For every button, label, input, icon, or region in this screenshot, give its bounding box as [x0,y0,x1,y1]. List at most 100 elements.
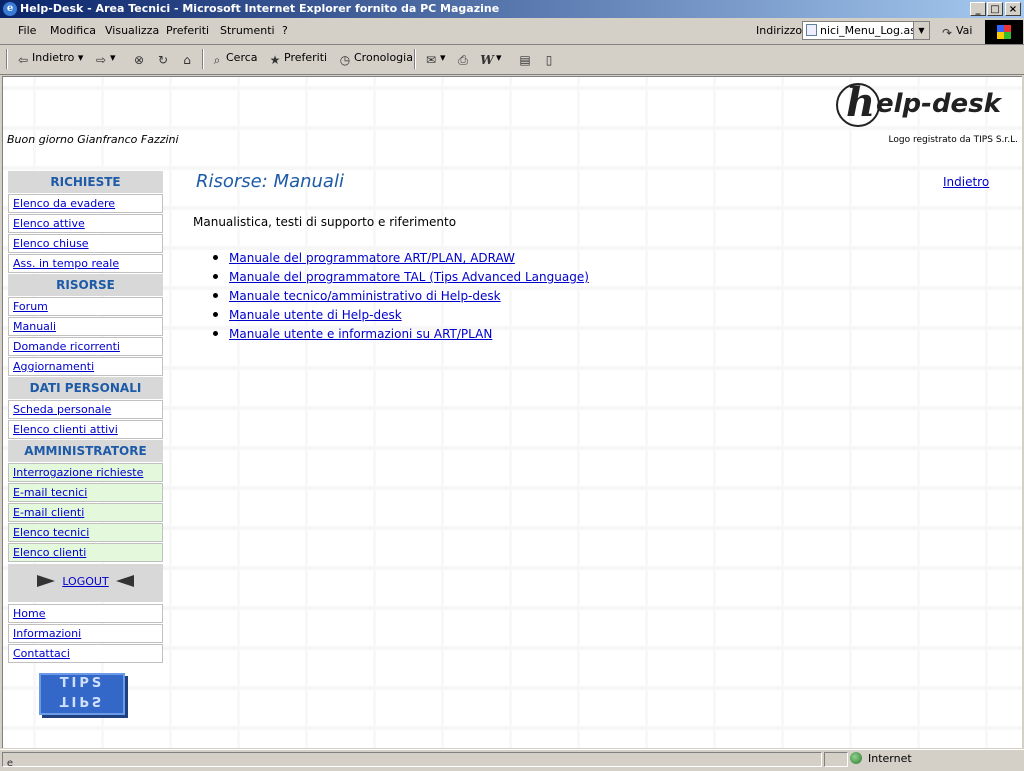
sidebar-item-interrogazione-richieste[interactable]: Interrogazione richieste [8,463,163,482]
sidebar-link[interactable]: Contattaci [13,647,70,660]
sidebar-link[interactable]: Elenco clienti attivi [13,423,118,436]
history-icon: ◷ [339,53,351,67]
logout-link[interactable]: LOGOUT [62,575,108,588]
sidebar-link[interactable]: E-mail tecnici [13,486,87,499]
sidebar-item-home[interactable]: Home [8,604,163,623]
status-bar: e Internet [0,749,1024,769]
history-label: Cronologia [354,51,413,64]
manual-link-tal[interactable]: Manuale del programmatore TAL (Tips Adva… [229,270,589,284]
sidebar-item-elenco-da-evadere[interactable]: Elenco da evadere [8,194,163,213]
sidebar-item-ass-tempo-reale[interactable]: Ass. in tempo reale [8,254,163,273]
sidebar-link[interactable]: Manuali [13,320,56,333]
sidebar-link[interactable]: Elenco attive [13,217,85,230]
globe-icon [850,752,862,764]
forward-arrow-icon: ⇨ [95,53,107,67]
bullet-icon [213,331,218,336]
edit-button[interactable]: W ▾ [480,51,501,67]
sidebar-item-email-clienti[interactable]: E-mail clienti [8,503,163,522]
favorites-icon: ★ [269,53,281,67]
sidebar-item-elenco-tecnici[interactable]: Elenco tecnici [8,523,163,542]
forward-button[interactable]: ⇨ ▾ [94,51,116,67]
sidebar-item-elenco-clienti-attivi[interactable]: Elenco clienti attivi [8,420,163,439]
section-richieste: RICHIESTE [8,171,163,193]
toolbar-separator [202,49,204,69]
sidebar-link[interactable]: Elenco da evadere [13,197,115,210]
sidebar-link[interactable]: Informazioni [13,627,81,640]
history-button[interactable]: ◷ Cronologia [338,51,413,67]
back-link[interactable]: Indietro [943,175,989,189]
sidebar-item-email-tecnici[interactable]: E-mail tecnici [8,483,163,502]
menu-file[interactable]: File [18,24,36,37]
sidebar-item-contattaci[interactable]: Contattaci [8,644,163,663]
tips-logo-reflection: TIPS [59,693,105,708]
tips-logo: TIPS TIPS [39,673,125,715]
go-label: Vai [956,24,973,37]
logo-letter: h [846,79,876,126]
tips-logo-text: TIPS [59,676,105,691]
sidebar-link[interactable]: Domande ricorrenti [13,340,120,353]
status-message: e [2,752,822,769]
sidebar-item-domande-ricorrenti[interactable]: Domande ricorrenti [8,337,163,356]
manual-link-artplan-adraw[interactable]: Manuale del programmatore ART/PLAN, ADRA… [229,251,515,265]
list-item: Manuale del programmatore TAL (Tips Adva… [213,268,589,287]
messenger-icon: ▯ [545,53,553,67]
menu-help[interactable]: ? [282,24,288,37]
back-label: Indietro [32,51,75,64]
go-button[interactable]: ↷ Vai [940,24,973,40]
stop-button[interactable]: ⊗ [132,51,148,67]
sidebar-link[interactable]: E-mail clienti [13,506,84,519]
bullet-icon [213,274,218,279]
chevron-down-icon[interactable]: ▼ [913,22,929,39]
sidebar-item-elenco-chiuse[interactable]: Elenco chiuse [8,234,163,253]
manual-link-utente-helpdesk[interactable]: Manuale utente di Help-desk [229,308,402,322]
menu-visualizza[interactable]: Visualizza [105,24,159,37]
search-label: Cerca [226,51,258,64]
logo-caption: Logo registrato da TIPS S.r.L. [888,135,1018,145]
bullet-icon [213,255,218,260]
menu-preferiti[interactable]: Preferiti [166,24,209,37]
discuss-button[interactable]: ▤ [518,51,534,67]
sidebar-link[interactable]: Forum [13,300,48,313]
search-button[interactable]: ⌕ Cerca [210,51,258,67]
sidebar-item-aggiornamenti[interactable]: Aggiornamenti [8,357,163,376]
messenger-button[interactable]: ▯ [542,51,558,67]
refresh-button[interactable]: ↻ [156,51,172,67]
home-button[interactable]: ⌂ [180,51,196,67]
address-input[interactable]: nici_Menu_Log.asp ▼ [802,21,930,40]
zone-label: Internet [868,752,912,765]
sidebar-link[interactable]: Home [13,607,45,620]
sidebar-link[interactable]: Ass. in tempo reale [13,257,119,270]
sidebar-item-scheda-personale[interactable]: Scheda personale [8,400,163,419]
menu-bar: File Modifica Visualizza Preferiti Strum… [0,18,1024,45]
sidebar-link[interactable]: Elenco chiuse [13,237,89,250]
maximize-button[interactable]: □ [987,2,1003,16]
manual-link-utente-artplan[interactable]: Manuale utente e informazioni su ART/PLA… [229,327,492,341]
list-item: Manuale utente di Help-desk [213,306,589,325]
page-icon [806,24,817,36]
address-label: Indirizzo [756,24,803,37]
sidebar-item-informazioni[interactable]: Informazioni [8,624,163,643]
sidebar-link[interactable]: Interrogazione richieste [13,466,143,479]
page-content: h elp-desk Logo registrato da TIPS S.r.L… [2,76,1022,748]
favorites-button[interactable]: ★ Preferiti [268,51,327,67]
sidebar-link[interactable]: Aggiornamenti [13,360,94,373]
mail-button[interactable]: ✉ ▾ [424,51,446,67]
bullet-icon [213,293,218,298]
sidebar-link[interactable]: Elenco clienti [13,546,86,559]
sidebar-link[interactable]: Elenco tecnici [13,526,89,539]
sidebar-item-manuali[interactable]: Manuali [8,317,163,336]
word-icon: W [480,53,494,67]
close-button[interactable]: × [1005,2,1021,16]
print-button[interactable]: ⎙ [456,51,472,67]
sidebar-item-forum[interactable]: Forum [8,297,163,316]
manual-link-tecnico-amministrativo[interactable]: Manuale tecnico/amministrativo di Help-d… [229,289,501,303]
minimize-button[interactable]: _ [970,2,986,16]
menu-strumenti[interactable]: Strumenti [220,24,275,37]
mail-icon: ✉ [425,53,437,67]
menu-modifica[interactable]: Modifica [50,24,96,37]
sidebar-item-elenco-attive[interactable]: Elenco attive [8,214,163,233]
sidebar-item-elenco-clienti[interactable]: Elenco clienti [8,543,163,562]
search-icon: ⌕ [213,53,221,67]
back-button[interactable]: ⇦ Indietro ▾ [16,51,83,67]
sidebar-link[interactable]: Scheda personale [13,403,111,416]
